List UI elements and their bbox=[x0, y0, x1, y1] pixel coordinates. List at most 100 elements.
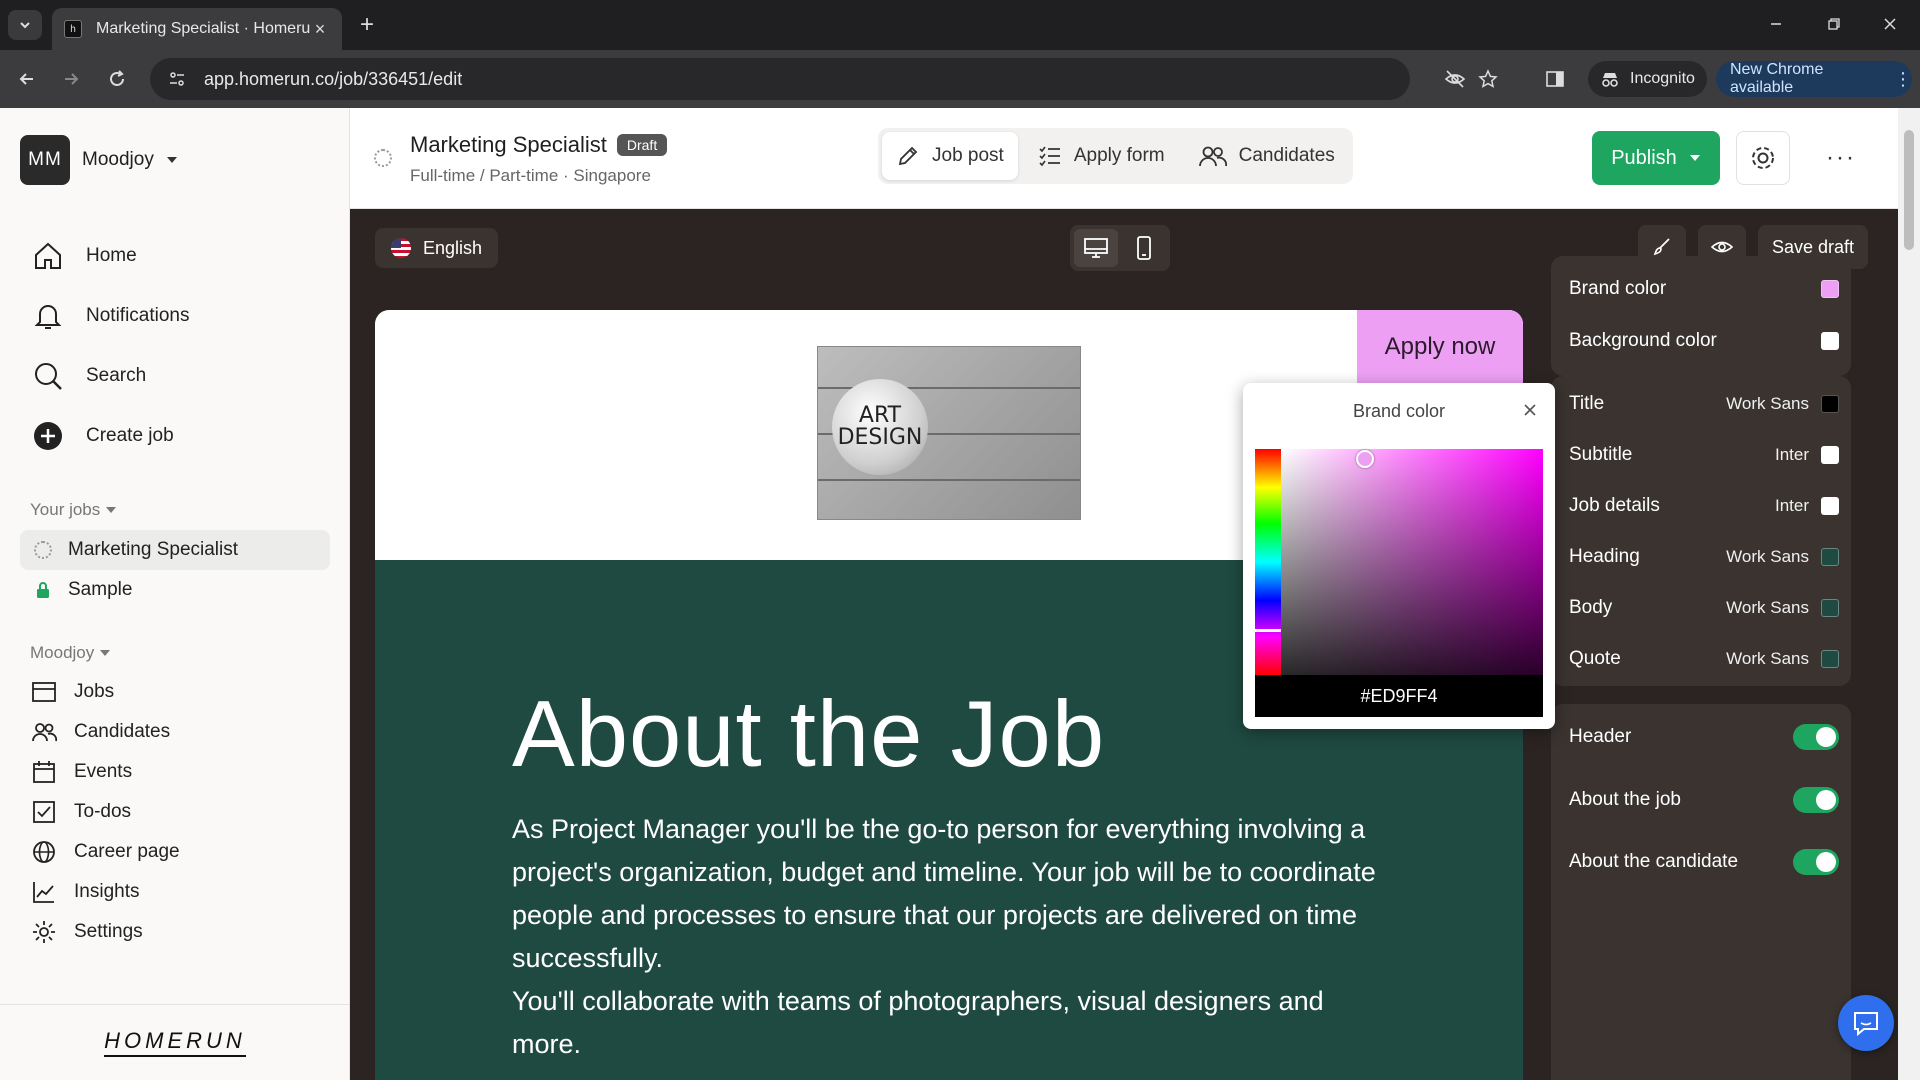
sidebar-item-label: Insights bbox=[74, 881, 140, 902]
minimize-button[interactable] bbox=[1756, 8, 1796, 40]
new-tab-button[interactable]: + bbox=[352, 10, 382, 40]
workspace-section-toggle[interactable]: Moodjoy bbox=[30, 643, 111, 663]
chat-support-button[interactable] bbox=[1838, 995, 1894, 1051]
color-swatch[interactable] bbox=[1821, 497, 1839, 515]
hex-value-field[interactable]: #ED9FF4 bbox=[1255, 675, 1543, 717]
font-name[interactable]: Work Sans bbox=[1726, 394, 1809, 414]
color-swatch[interactable] bbox=[1821, 650, 1839, 668]
tab-candidates[interactable]: Candidates bbox=[1185, 132, 1349, 180]
tab-close-icon[interactable]: × bbox=[310, 19, 330, 40]
page-scrollbar[interactable] bbox=[1898, 108, 1920, 1080]
about-candidate-toggle[interactable] bbox=[1793, 849, 1839, 875]
typography-row-heading[interactable]: Heading Work Sans bbox=[1569, 542, 1839, 572]
typography-row-subtitle[interactable]: Subtitle Inter bbox=[1569, 440, 1839, 470]
apply-now-button[interactable]: Apply now bbox=[1357, 310, 1523, 384]
mobile-view-button[interactable] bbox=[1122, 229, 1166, 267]
people-icon bbox=[1198, 146, 1227, 167]
eye-slash-icon[interactable] bbox=[1444, 68, 1466, 90]
brand-color-swatch[interactable] bbox=[1821, 280, 1839, 298]
font-name[interactable]: Work Sans bbox=[1726, 649, 1809, 669]
font-name[interactable]: Inter bbox=[1775, 445, 1809, 465]
close-window-button[interactable] bbox=[1870, 8, 1910, 40]
color-swatch[interactable] bbox=[1821, 599, 1839, 617]
page-scrollbar-thumb[interactable] bbox=[1904, 130, 1914, 250]
sidebar-item-todos[interactable]: To-dos bbox=[30, 798, 131, 826]
tab-title: Marketing Specialist · Homerun bbox=[96, 20, 310, 37]
typography-row-job-details[interactable]: Job details Inter bbox=[1569, 491, 1839, 521]
font-name[interactable]: Work Sans bbox=[1726, 598, 1809, 618]
brand-color-row[interactable]: Brand color bbox=[1569, 274, 1839, 304]
tab-job-post[interactable]: Job post bbox=[882, 132, 1018, 180]
forward-button[interactable] bbox=[56, 64, 86, 94]
people-icon bbox=[30, 718, 58, 746]
close-icon bbox=[1884, 18, 1896, 30]
eye-icon bbox=[1711, 241, 1733, 253]
sidebar-item-jobs[interactable]: Jobs bbox=[30, 678, 114, 706]
about-job-paragraph: You'll collaborate with teams of photogr… bbox=[512, 986, 1324, 1059]
sidebar-item-events[interactable]: Events bbox=[30, 758, 132, 786]
side-panel-button[interactable] bbox=[1540, 64, 1570, 94]
sidebar-item-home[interactable]: Home bbox=[30, 238, 330, 274]
color-swatch[interactable] bbox=[1821, 446, 1839, 464]
color-swatch[interactable] bbox=[1821, 548, 1839, 566]
sections-settings-card: Header About the job About the candidate bbox=[1551, 704, 1851, 1080]
sidebar-item-create-job[interactable]: Create job bbox=[30, 418, 330, 454]
url-text[interactable]: app.homerun.co/job/336451/edit bbox=[204, 69, 462, 90]
sidebar-item-search[interactable]: Search bbox=[30, 358, 330, 394]
typography-row-quote[interactable]: Quote Work Sans bbox=[1569, 644, 1839, 674]
browser-tab[interactable]: h Marketing Specialist · Homerun × bbox=[52, 8, 342, 50]
language-selector[interactable]: English bbox=[375, 228, 499, 268]
homerun-logo[interactable]: HOMERUN bbox=[104, 1028, 246, 1057]
publish-button[interactable]: Publish bbox=[1592, 131, 1720, 185]
sidebar-job-sample[interactable]: Sample bbox=[20, 570, 330, 610]
sidebar-job-marketing-specialist[interactable]: Marketing Specialist bbox=[20, 530, 330, 570]
caret-down-icon bbox=[106, 507, 117, 513]
hue-slider-thumb[interactable] bbox=[1253, 629, 1283, 632]
site-settings-icon[interactable] bbox=[168, 70, 186, 88]
app-sidebar: MM Moodjoy Home Notifications Search Cre… bbox=[0, 108, 350, 1080]
font-name[interactable]: Work Sans bbox=[1726, 547, 1809, 567]
side-panel-icon bbox=[1546, 71, 1564, 87]
workspace-switcher[interactable]: MM Moodjoy bbox=[20, 135, 178, 185]
reload-button[interactable] bbox=[102, 64, 132, 94]
header-image[interactable]: ART DESIGN bbox=[817, 346, 1081, 520]
about-job-toggle[interactable] bbox=[1793, 787, 1839, 813]
tab-apply-form[interactable]: Apply form bbox=[1024, 132, 1179, 180]
your-jobs-section-toggle[interactable]: Your jobs bbox=[30, 500, 117, 520]
minimize-icon bbox=[1771, 23, 1781, 25]
typography-row-title[interactable]: Title Work Sans bbox=[1569, 389, 1839, 419]
typography-row-body[interactable]: Body Work Sans bbox=[1569, 593, 1839, 623]
sidebar-item-notifications[interactable]: Notifications bbox=[30, 298, 330, 334]
restore-icon bbox=[1828, 18, 1840, 30]
brush-icon bbox=[1653, 238, 1670, 256]
font-name[interactable]: Inter bbox=[1775, 496, 1809, 516]
address-bar[interactable]: app.homerun.co/job/336451/edit bbox=[150, 58, 1498, 100]
sidebar-item-label: Search bbox=[86, 365, 147, 386]
save-draft-label: Save draft bbox=[1771, 236, 1855, 257]
picker-close-button[interactable] bbox=[1517, 397, 1543, 423]
sidebar-item-insights[interactable]: Insights bbox=[30, 878, 139, 906]
sidebar-item-career-page[interactable]: Career page bbox=[30, 838, 180, 866]
header-toggle[interactable] bbox=[1793, 724, 1839, 750]
job-settings-button[interactable] bbox=[1736, 131, 1790, 185]
desktop-view-button[interactable] bbox=[1074, 229, 1118, 267]
background-color-swatch[interactable] bbox=[1821, 332, 1839, 350]
sidebar-item-settings[interactable]: Settings bbox=[30, 918, 143, 946]
saturation-value-thumb[interactable] bbox=[1356, 450, 1374, 468]
section-toggle-about-candidate[interactable]: About the candidate bbox=[1569, 847, 1839, 877]
background-color-row[interactable]: Background color bbox=[1569, 326, 1839, 356]
star-icon[interactable] bbox=[1478, 69, 1498, 89]
more-options-button[interactable]: ··· bbox=[1814, 131, 1868, 185]
section-toggle-about-job[interactable]: About the job bbox=[1569, 785, 1839, 815]
color-swatch[interactable] bbox=[1821, 395, 1839, 413]
sidebar-item-candidates[interactable]: Candidates bbox=[30, 718, 170, 746]
tab-search-button[interactable] bbox=[8, 10, 42, 40]
restore-button[interactable] bbox=[1814, 8, 1854, 40]
hue-slider[interactable] bbox=[1255, 449, 1281, 675]
new-chrome-available-button[interactable]: New Chrome available ⋮ bbox=[1716, 61, 1912, 97]
incognito-indicator[interactable]: Incognito bbox=[1588, 61, 1707, 97]
section-toggle-header[interactable]: Header bbox=[1569, 722, 1839, 752]
typography-label: Subtitle bbox=[1569, 444, 1633, 465]
back-button[interactable] bbox=[12, 64, 42, 94]
editor-tabs: Job post Apply form Candidates bbox=[878, 128, 1353, 184]
